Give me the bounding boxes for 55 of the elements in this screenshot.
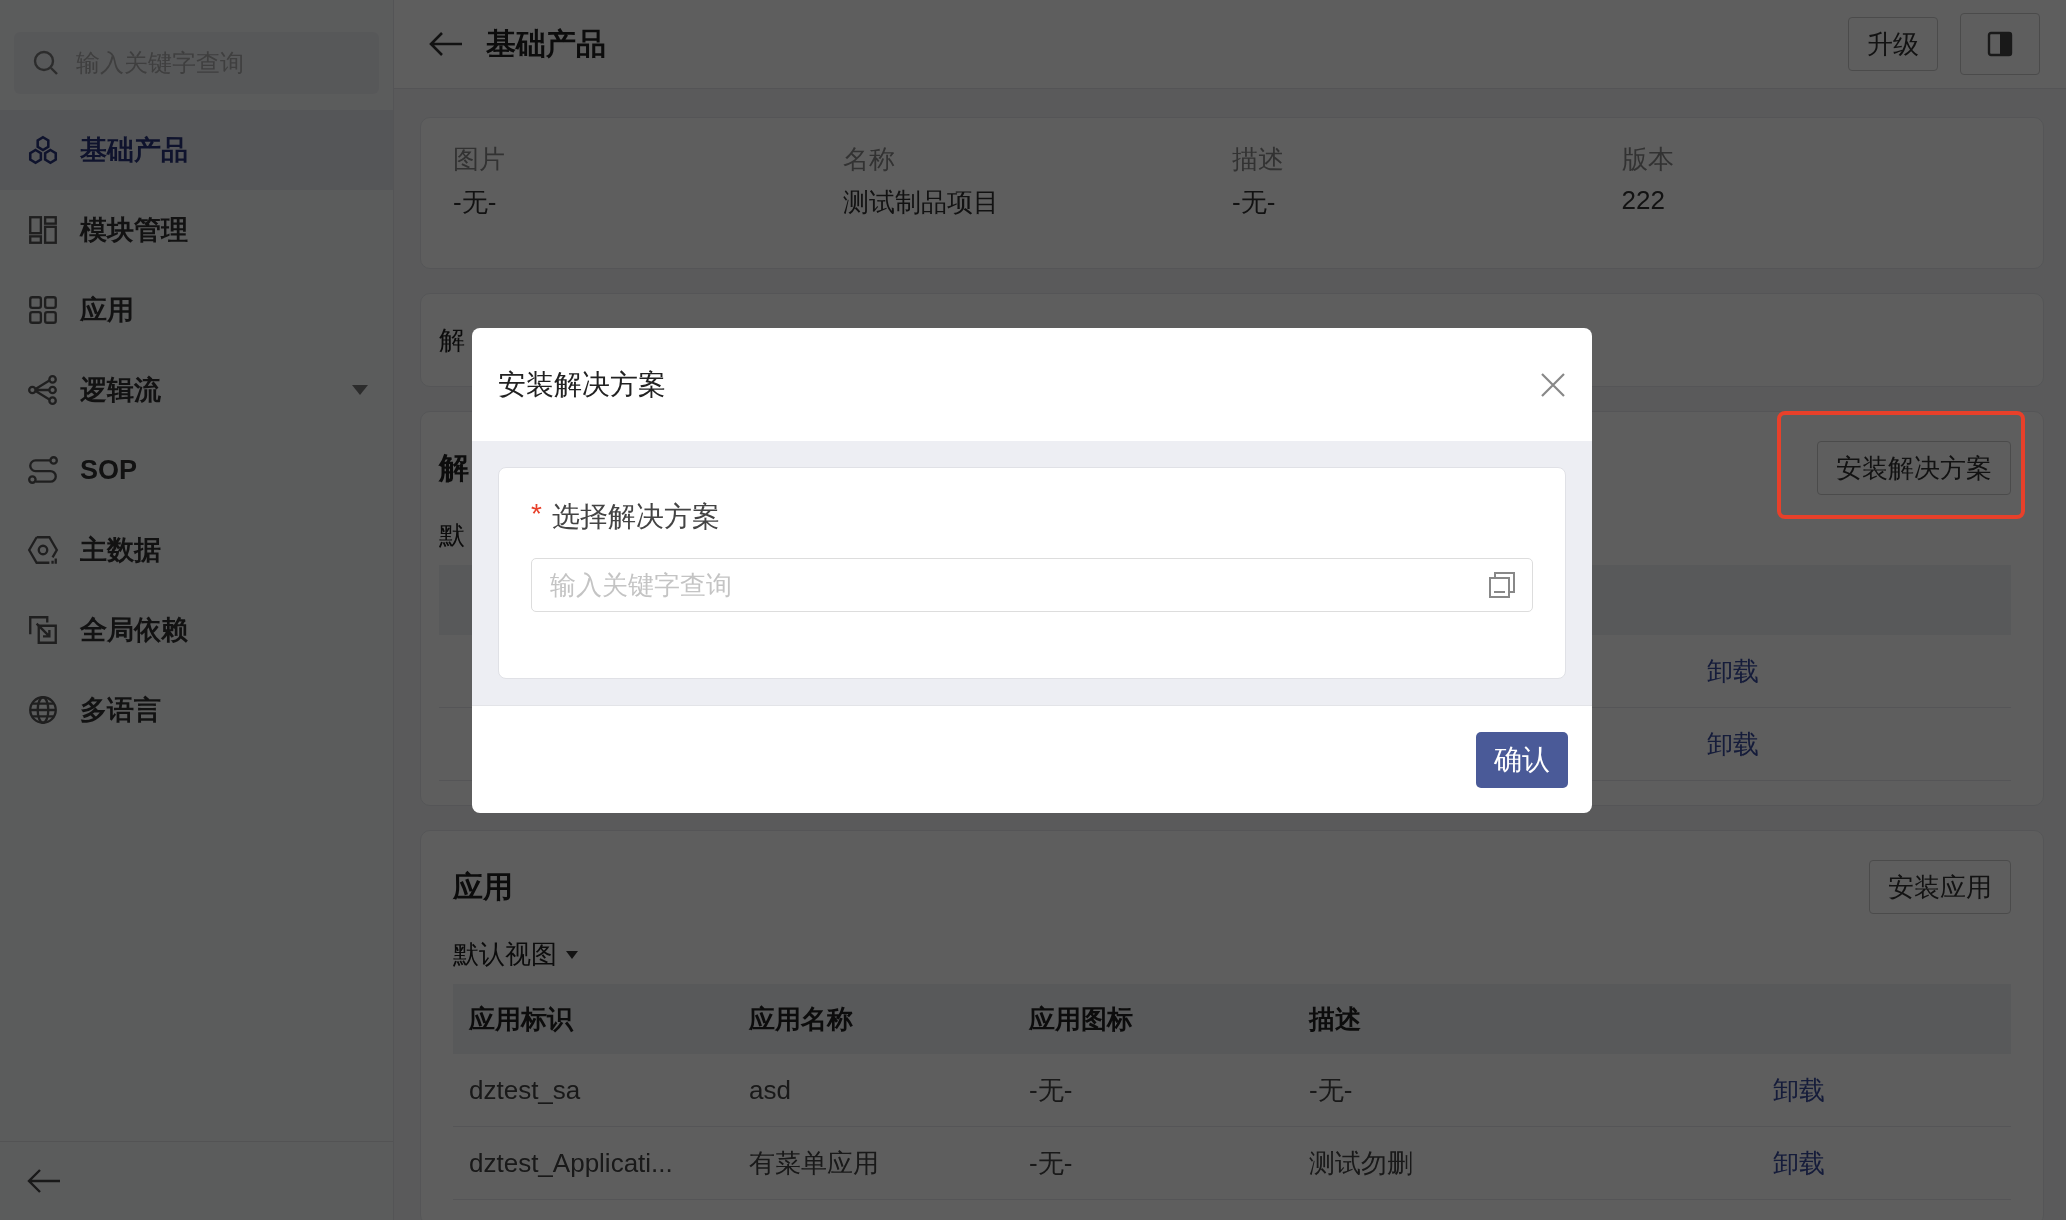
notice-text: 解 (439, 323, 465, 357)
table-cell: dztest_Applicati... (469, 1147, 673, 1178)
copy-icon (1487, 570, 1517, 600)
cubes-icon (26, 133, 60, 167)
close-icon[interactable] (1540, 371, 1566, 398)
table-cell: asd (749, 1074, 791, 1105)
layout-icon (26, 213, 60, 247)
flow-icon (26, 373, 60, 407)
caret-icon (565, 949, 579, 960)
globe-icon (26, 693, 60, 727)
confirm-button[interactable]: 确认 (1476, 731, 1568, 788)
sidebar-item[interactable]: 应用 (0, 270, 393, 350)
upgrade-button[interactable]: 升级 (1848, 17, 1938, 71)
table-cell: -无- (1309, 1074, 1353, 1105)
view-selector[interactable]: 默认视图 (453, 937, 557, 972)
table-cell: dztest_sa (469, 1074, 581, 1105)
page-title: 基础产品 (486, 25, 607, 62)
table-cell: -无- (1029, 1074, 1073, 1105)
view-selector[interactable]: 默 (439, 518, 465, 553)
sidebar-item[interactable]: SOP (0, 430, 393, 510)
sidebar-item[interactable]: 全局依赖 (0, 590, 393, 670)
field-label: 选择解决方案 (551, 500, 720, 534)
panel-icon (1987, 31, 2013, 57)
section-title: 解 (439, 449, 469, 486)
sidebar-item[interactable]: 基础产品 (0, 110, 393, 190)
column-header: 应用标识 (453, 984, 733, 1054)
link-icon (26, 613, 60, 647)
solution-search-field[interactable]: 输入关键字查询 (531, 558, 1533, 612)
sidebar-item[interactable]: 模块管理 (0, 190, 393, 270)
column-header: 描述 (1293, 984, 1573, 1054)
hexagon-icon (26, 533, 60, 567)
install-solution-button[interactable]: 安装解决方案 (1817, 441, 2011, 495)
sidebar-item[interactable]: 逻辑流 (0, 350, 393, 430)
field-value: -无- (1232, 186, 1277, 219)
uninstall-link[interactable]: 卸载 (1773, 1147, 1825, 1178)
table-cell: -无- (1029, 1147, 1073, 1178)
uninstall-link[interactable]: 卸载 (1707, 655, 1759, 686)
table-cell: 测试勿删 (1309, 1147, 1413, 1178)
column-header: 应用名称 (733, 984, 1013, 1054)
table-cell: 有菜单应用 (749, 1147, 879, 1178)
grid-icon (26, 293, 60, 327)
route-icon (26, 453, 60, 487)
dialog-title: 安装解决方案 (498, 367, 666, 402)
required-mark: * (531, 498, 542, 531)
section-title: 应用 (453, 868, 513, 905)
sidebar-item[interactable]: 主数据 (0, 510, 393, 590)
field-value: 测试制品项目 (842, 186, 1000, 219)
install-app-button[interactable]: 安装应用 (1869, 860, 2011, 914)
sidebar-item[interactable]: 多语言 (0, 670, 393, 750)
column-header: 应用图标 (1013, 984, 1293, 1054)
field-value: 222 (1621, 185, 1666, 216)
uninstall-link[interactable]: 卸载 (1707, 728, 1759, 759)
uninstall-link[interactable]: 卸载 (1773, 1074, 1825, 1105)
panel-toggle-button[interactable] (1960, 13, 2040, 75)
field-value: -无- (453, 186, 498, 219)
